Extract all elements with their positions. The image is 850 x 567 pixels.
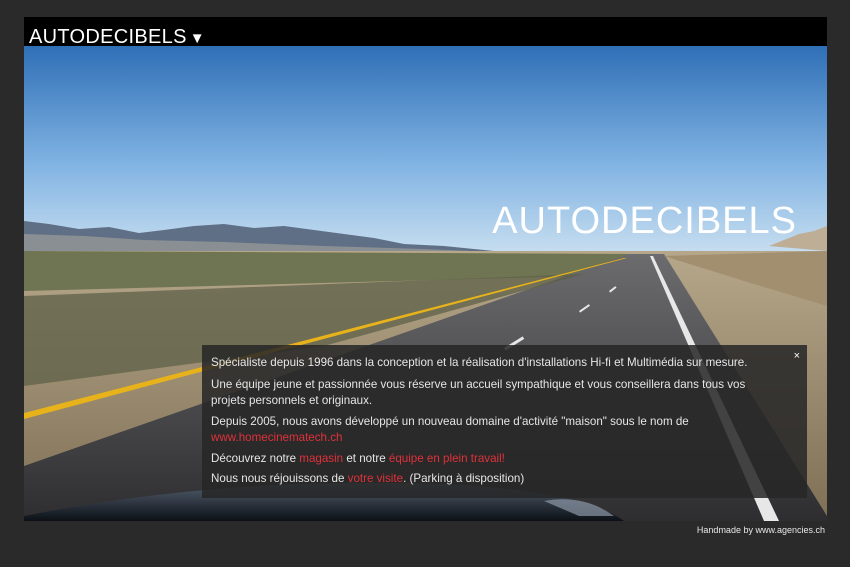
top-bar: AUTODECIBELS ▼ (24, 17, 827, 48)
team-text: Une équipe jeune et passionnée vous rése… (211, 378, 746, 407)
info-panel: × Spécialiste depuis 1996 dans la concep… (202, 345, 807, 498)
visit-prefix: Nous nous réjouissons de (211, 472, 348, 485)
discover-middle: et notre (343, 452, 389, 465)
brand-name: AUTODECIBELS (29, 26, 187, 48)
homecinematech-link[interactable]: www.homecinematech.ch (211, 431, 342, 444)
visite-link[interactable]: votre visite (348, 472, 403, 485)
intro-text: Spécialiste depuis 1996 dans la concepti… (211, 356, 748, 369)
visit-text: Nous nous réjouissons de votre visite. (… (211, 471, 769, 487)
discover-text: Découvrez notre magasin et notre équipe … (211, 451, 769, 467)
discover-prefix: Découvrez notre (211, 452, 300, 465)
homecinema-text: Depuis 2005, nous avons développé un nou… (211, 414, 769, 446)
site-frame: AUTODECIBELS ▼ AUTODECIBELS × Spécialist… (24, 17, 827, 521)
footer-credit[interactable]: Handmade by www.agencies.ch (697, 524, 825, 536)
homecinema-description: Depuis 2005, nous avons développé un nou… (211, 415, 689, 428)
hero-title: AUTODECIBELS (492, 200, 797, 242)
dropdown-arrow-icon: ▼ (189, 30, 205, 47)
magasin-link[interactable]: magasin (299, 452, 343, 465)
close-icon[interactable]: × (794, 348, 800, 364)
equipe-link[interactable]: équipe en plein travail! (389, 452, 505, 465)
visit-suffix: . (Parking à disposition) (403, 472, 525, 485)
